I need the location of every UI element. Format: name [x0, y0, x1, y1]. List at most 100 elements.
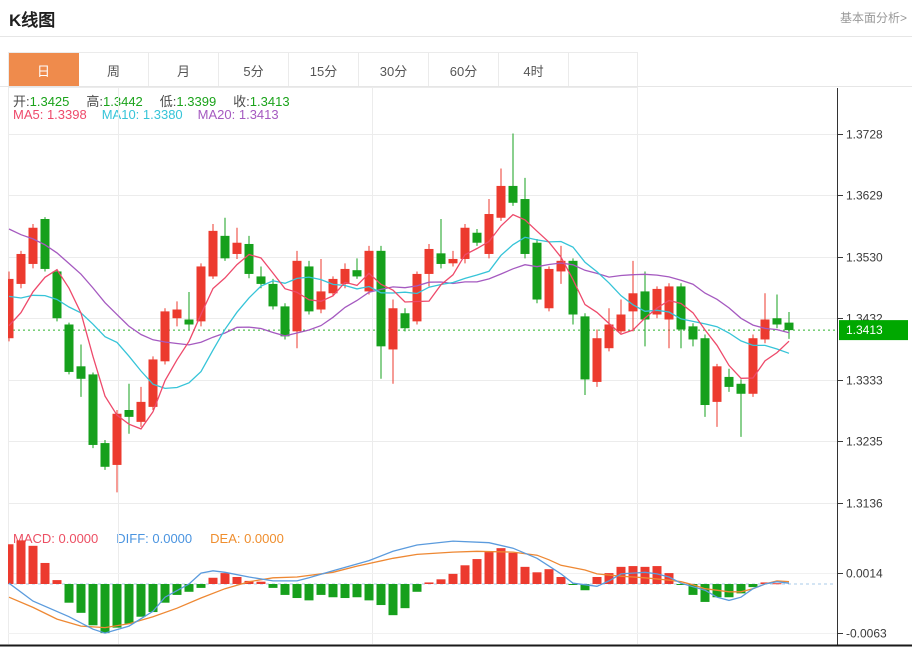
macd-bar [485, 552, 494, 584]
macd-bar [29, 546, 38, 584]
candle-body [149, 359, 158, 406]
candle-body [689, 326, 698, 339]
candle-body [545, 269, 554, 308]
macd-axis-label: 0.0014 [846, 567, 883, 581]
candle-body [365, 251, 374, 292]
candle-body [593, 338, 602, 382]
macd-bar [305, 584, 314, 600]
macd-bar [161, 584, 170, 603]
macd-bar [725, 584, 734, 597]
macd-bar [593, 577, 602, 584]
macd-bar [41, 563, 50, 584]
macd-bar [641, 567, 650, 584]
candle-body [521, 199, 530, 254]
macd-bar [281, 584, 290, 595]
candle-body [5, 279, 14, 338]
macd-bar [353, 584, 362, 597]
macd-bar [341, 584, 350, 598]
candle-body [485, 214, 494, 254]
macd-bar [221, 573, 230, 584]
kline-page: K线图 基本面分析> 日周月5分15分30分60分4时 开:1.3425 高:1… [0, 0, 912, 649]
macd-bar [773, 583, 782, 584]
candle-body [101, 443, 110, 467]
candle-body [17, 254, 26, 284]
candle-body [233, 243, 242, 254]
candle-body [473, 233, 482, 243]
candle-body [209, 231, 218, 277]
macd-bar [389, 584, 398, 615]
macd-bar [17, 540, 26, 584]
candle-body [257, 276, 266, 283]
candle-body [221, 236, 230, 258]
macd-bar [257, 582, 266, 584]
candle-body [65, 324, 74, 371]
macd-bar [629, 566, 638, 584]
macd-bar [329, 584, 338, 597]
macd-bar [209, 578, 218, 584]
candle-body [533, 243, 542, 300]
macd-bar [545, 569, 554, 584]
candle-body [509, 186, 518, 203]
macd-bar [521, 567, 530, 584]
candle-body [617, 315, 626, 332]
candle-body [605, 324, 614, 348]
macd-bar [293, 584, 302, 598]
candle-body [77, 366, 86, 378]
macd-bar [425, 582, 434, 584]
macd-bar [5, 544, 14, 584]
current-price-badge-label: 1.3413 [846, 323, 883, 337]
candle-body [185, 319, 194, 324]
candle-body [785, 323, 794, 330]
candle-body [497, 186, 506, 218]
macd-bar [89, 584, 98, 625]
macd-bar [77, 584, 86, 613]
candle-body [737, 384, 746, 394]
candle-body [161, 311, 170, 361]
candle-body [449, 259, 458, 263]
macd-bar [461, 565, 470, 584]
candle-body [773, 318, 782, 324]
candle-body [761, 319, 770, 339]
candle-body [425, 249, 434, 274]
macd-bar [473, 559, 482, 584]
macd-bar [533, 572, 542, 584]
macd-bar [701, 584, 710, 602]
candle-body [245, 244, 254, 274]
candle-body [281, 306, 290, 336]
macd-bar [125, 584, 134, 624]
candle-body [113, 414, 122, 465]
macd-axis-label: -0.0063 [846, 627, 887, 641]
price-axis-label: 1.3728 [846, 128, 883, 142]
macd-bar [269, 584, 278, 588]
candle-body [173, 310, 182, 319]
ma5-line [9, 215, 789, 429]
candle-body [437, 253, 446, 264]
macd-bar [377, 584, 386, 605]
candle-body [725, 377, 734, 387]
kline-chart-svg: 1.37281.36291.35301.34321.33331.32351.31… [0, 0, 912, 649]
candle-body [413, 274, 422, 321]
price-axis-label: 1.3629 [846, 189, 883, 203]
macd-bar [101, 584, 110, 633]
candle-body [389, 308, 398, 349]
candle-body [53, 271, 62, 318]
candle-body [749, 338, 758, 394]
macd-bar [509, 553, 518, 584]
candle-body [329, 279, 338, 293]
macd-bar [197, 584, 206, 588]
price-axis-label: 1.3333 [846, 374, 883, 388]
candle-body [569, 261, 578, 315]
price-axis-label: 1.3530 [846, 251, 883, 265]
macd-bar [497, 548, 506, 584]
macd-bar [449, 574, 458, 584]
macd-bar [113, 584, 122, 628]
candle-body [125, 410, 134, 417]
price-axis-label: 1.3136 [846, 497, 883, 511]
candle-body [29, 228, 38, 264]
macd-bar [365, 584, 374, 600]
macd-bar [413, 584, 422, 592]
candle-body [377, 251, 386, 346]
macd-bar [65, 584, 74, 603]
macd-bar [401, 584, 410, 608]
macd-bar [53, 580, 62, 584]
